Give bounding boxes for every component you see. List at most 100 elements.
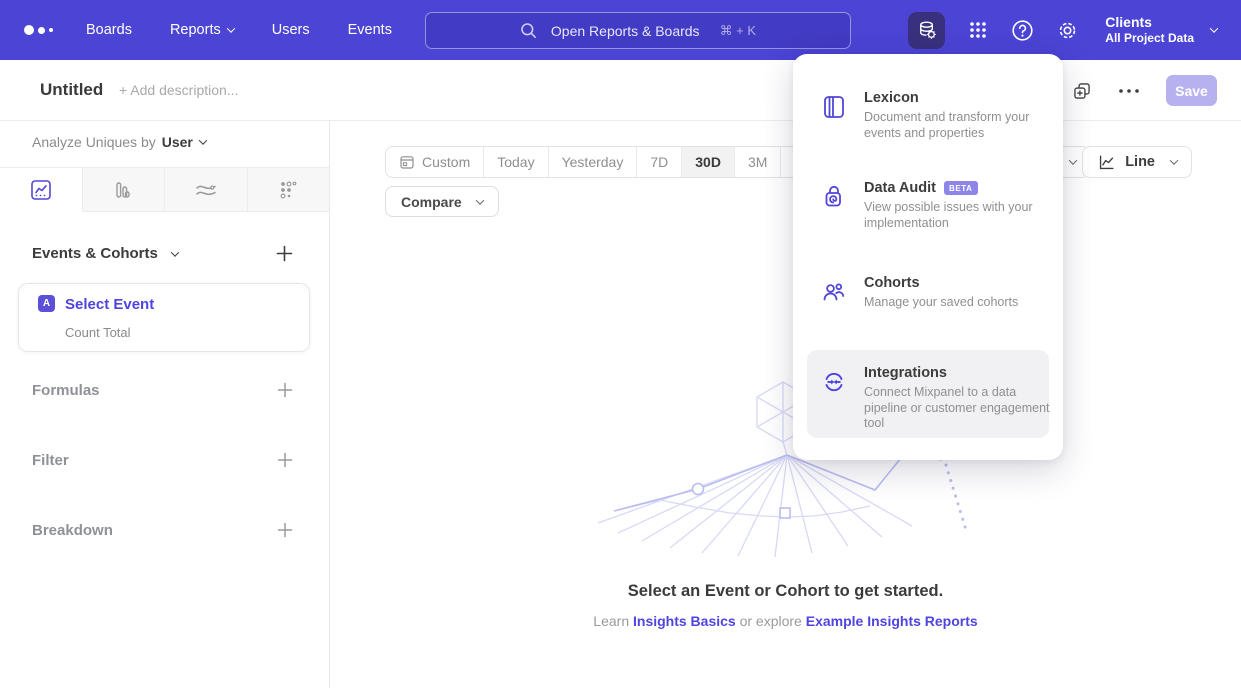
search-placeholder: Open Reports & Boards xyxy=(551,23,700,39)
data-audit-description: View possible issues with your implement… xyxy=(864,200,1056,231)
event-card[interactable]: A Select Event Count Total xyxy=(18,283,310,352)
tab-metrics[interactable] xyxy=(247,168,330,212)
chevron-down-icon xyxy=(475,196,483,204)
search-icon xyxy=(520,22,537,39)
plus-icon xyxy=(276,245,293,262)
tab-flow[interactable] xyxy=(164,168,247,212)
filter-section-label: Filter xyxy=(32,452,69,469)
nav-boards-label: Boards xyxy=(86,22,132,38)
mixpanel-logo-icon[interactable] xyxy=(24,25,68,35)
empty-state-title: Select an Event or Cohort to get started… xyxy=(330,582,1241,601)
add-formula-button[interactable] xyxy=(277,382,293,403)
report-title[interactable]: Untitled xyxy=(40,80,103,100)
bar-chart-tab-icon xyxy=(112,179,134,201)
compare-label: Compare xyxy=(401,194,462,210)
tab-bar-chart[interactable] xyxy=(82,168,165,212)
range-3m[interactable]: 3M xyxy=(734,147,780,177)
integrations-description: Connect Mixpanel to a data pipeline or c… xyxy=(864,385,1056,432)
range-30d-selected[interactable]: 30D xyxy=(681,147,734,177)
plus-icon xyxy=(277,522,293,538)
plus-icon xyxy=(277,452,293,468)
range-custom[interactable]: Custom xyxy=(386,147,483,177)
chevron-down-icon xyxy=(1210,24,1218,32)
chevron-down-icon xyxy=(1170,156,1178,164)
date-range-control: Custom Today Yesterday 7D 30D 3M 6M xyxy=(385,146,828,178)
nav-events[interactable]: Events xyxy=(348,22,392,38)
chevron-down-icon xyxy=(171,248,179,256)
event-series-badge: A xyxy=(38,295,55,312)
uniques-by-value: User xyxy=(162,134,193,150)
project-name: All Project Data xyxy=(1105,31,1194,46)
metric-dots-tab-icon xyxy=(277,179,299,201)
menu-item-cohorts[interactable]: Cohorts Manage your saved cohorts xyxy=(821,275,1049,311)
data-audit-title: Data Audit xyxy=(864,180,936,196)
project-switcher[interactable]: Clients All Project Data xyxy=(1105,14,1217,46)
data-management-button[interactable] xyxy=(908,12,945,49)
breakdown-section-label: Breakdown xyxy=(32,522,113,539)
cohorts-icon xyxy=(821,275,847,311)
help-button[interactable] xyxy=(1011,19,1034,42)
range-yesterday[interactable]: Yesterday xyxy=(548,147,637,177)
nav-reports-label: Reports xyxy=(170,22,221,38)
chart-style-dropdown[interactable]: Line xyxy=(1082,146,1192,178)
chevron-down-icon xyxy=(226,24,234,32)
integrations-title: Integrations xyxy=(864,365,947,381)
compare-button[interactable]: Compare xyxy=(385,186,499,217)
calendar-icon xyxy=(399,154,415,170)
data-management-menu: Lexicon Document and transform your even… xyxy=(793,54,1063,460)
add-breakdown-button[interactable] xyxy=(277,522,293,543)
query-sidebar: Analyze Uniques by User xyxy=(0,121,330,688)
select-event-label[interactable]: Select Event xyxy=(65,296,154,313)
empty-state-middle: or explore xyxy=(736,613,806,629)
nav-users[interactable]: Users xyxy=(272,22,310,38)
range-today[interactable]: Today xyxy=(483,147,547,177)
flow-tab-icon xyxy=(194,179,218,201)
lexicon-icon xyxy=(821,90,847,141)
chevron-down-icon xyxy=(199,136,207,144)
top-navbar: Boards Reports Users Events Open Reports… xyxy=(0,0,1241,60)
range-custom-label: Custom xyxy=(422,154,470,170)
count-total-label[interactable]: Count Total xyxy=(65,325,131,340)
add-filter-button[interactable] xyxy=(277,452,293,473)
chart-canvas: Custom Today Yesterday 7D 30D 3M 6M Comp… xyxy=(330,121,1241,688)
global-search-input[interactable]: Open Reports & Boards ⌘ + K xyxy=(425,12,851,49)
help-icon xyxy=(1011,19,1034,42)
cohorts-title: Cohorts xyxy=(864,275,920,291)
org-name: Clients xyxy=(1105,14,1194,31)
cohorts-description: Manage your saved cohorts xyxy=(864,295,1056,311)
events-cohorts-header[interactable]: Events & Cohorts xyxy=(32,245,178,262)
lexicon-description: Document and transform your events and p… xyxy=(864,110,1056,141)
apps-grid-button[interactable] xyxy=(967,19,989,41)
report-header-actions: Save xyxy=(1072,60,1217,121)
menu-item-data-audit[interactable]: Data Audit BETA View possible issues wit… xyxy=(821,180,1049,231)
insights-basics-link[interactable]: Insights Basics xyxy=(633,613,736,629)
tab-insights-line[interactable] xyxy=(0,168,82,212)
lexicon-title: Lexicon xyxy=(864,90,919,106)
chart-style-label: Line xyxy=(1125,154,1155,170)
report-description-placeholder[interactable]: + Add description... xyxy=(119,82,238,98)
empty-state-subtitle: Learn Insights Basics or explore Example… xyxy=(330,613,1241,629)
range-7d[interactable]: 7D xyxy=(636,147,681,177)
settings-gear-button[interactable] xyxy=(1056,19,1079,42)
nav-reports[interactable]: Reports xyxy=(170,22,234,38)
duplicate-icon xyxy=(1072,81,1092,101)
save-button[interactable]: Save xyxy=(1166,75,1217,106)
more-options-button[interactable] xyxy=(1118,88,1140,94)
uniques-by-selector[interactable]: User xyxy=(162,134,206,150)
search-shortcut: ⌘ + K xyxy=(720,23,757,39)
chart-type-tabs xyxy=(0,167,329,212)
line-style-icon xyxy=(1097,153,1116,172)
duplicate-button[interactable] xyxy=(1072,81,1092,101)
analyze-uniques-row: Analyze Uniques by User xyxy=(32,134,206,150)
nav-users-label: Users xyxy=(272,22,310,38)
integrations-icon xyxy=(821,365,847,432)
example-reports-link[interactable]: Example Insights Reports xyxy=(806,613,978,629)
add-event-button[interactable] xyxy=(276,245,293,267)
settings-gear-icon xyxy=(1056,19,1079,42)
primary-nav: Boards Reports Users Events xyxy=(86,22,392,38)
nav-boards[interactable]: Boards xyxy=(86,22,132,38)
line-chart-tab-icon xyxy=(30,179,52,201)
menu-item-integrations[interactable]: Integrations Connect Mixpanel to a data … xyxy=(807,350,1049,432)
formulas-section-label: Formulas xyxy=(32,382,100,399)
menu-item-lexicon[interactable]: Lexicon Document and transform your even… xyxy=(821,90,1049,141)
